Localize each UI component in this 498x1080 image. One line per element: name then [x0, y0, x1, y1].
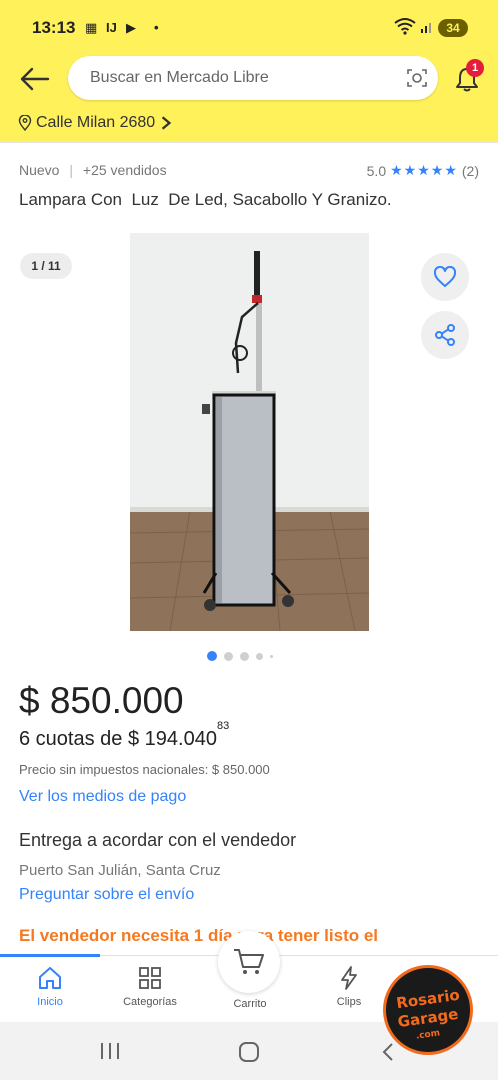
installments: 6 cuotas de $ 194.04083	[19, 720, 229, 751]
camera-search-icon[interactable]	[406, 67, 428, 89]
nav-item-clips[interactable]: Clips	[309, 964, 389, 1008]
product-price: $ 850.000	[19, 680, 184, 721]
seller-notice: El vendedor necesita 1 día para tener li…	[19, 926, 379, 945]
pagination-dot-active[interactable]	[207, 651, 217, 661]
nav-item-cart[interactable]: Carrito	[210, 998, 290, 1010]
back-arrow-icon[interactable]	[18, 64, 52, 94]
chevron-right-icon	[162, 116, 172, 130]
product-meta: Nuevo | +25 vendidos	[19, 162, 167, 178]
meta-separator: |	[69, 162, 73, 178]
rosario-garage-logo: Rosario Garage .com	[383, 965, 473, 1055]
battery-indicator: 34	[438, 19, 468, 37]
recent-apps-icon[interactable]	[99, 1042, 121, 1060]
signal-icon	[421, 23, 431, 33]
tax-note: Precio sin impuestos nacionales: $ 850.0…	[19, 762, 270, 777]
notification-app-icon: IJ	[106, 20, 117, 35]
product-photo-illustration	[130, 233, 369, 631]
sold-count: +25 vendidos	[82, 162, 167, 178]
grid-icon	[139, 967, 161, 989]
condition-label: Nuevo	[19, 162, 60, 178]
rating-value: 5.0	[366, 162, 387, 179]
location-pin-icon	[18, 115, 32, 131]
address-label: Calle Milan 2680	[36, 114, 156, 131]
search-bar[interactable]	[68, 56, 438, 100]
address-selector[interactable]: Calle Milan 2680	[18, 114, 173, 132]
share-icon	[435, 324, 455, 346]
more-notifications-icon: •	[154, 20, 159, 35]
shipping-question-link[interactable]: Preguntar sobre el envío	[19, 886, 194, 904]
pagination-dot[interactable]	[256, 652, 263, 660]
star-rating-icon: ★★★★★	[390, 162, 458, 178]
pagination-dot[interactable]	[224, 651, 233, 661]
cart-icon	[234, 949, 264, 974]
product-image[interactable]	[130, 233, 369, 631]
pagination-dot[interactable]	[240, 651, 249, 661]
installments-cents: 83	[216, 720, 230, 733]
share-button[interactable]	[421, 311, 469, 359]
nav-item-categories[interactable]: Categorías	[110, 964, 190, 1008]
lightning-icon	[341, 966, 357, 990]
search-input[interactable]	[90, 56, 390, 100]
active-tab-indicator	[0, 954, 100, 957]
wifi-icon	[394, 18, 416, 35]
nav-label: Inicio	[37, 996, 63, 1008]
seller-location: Puerto San Julián, Santa Cruz	[19, 862, 221, 879]
product-title: Lampara Con Luz De Led, Sacabollo Y Gran…	[19, 190, 392, 209]
home-button-icon[interactable]	[238, 1041, 260, 1063]
installments-text: 6 cuotas de $ 194.040	[19, 728, 217, 750]
youtube-icon: ▶	[126, 20, 136, 35]
pagination-dot[interactable]	[270, 654, 273, 658]
favorite-button[interactable]	[421, 253, 469, 301]
delivery-info: Entrega a acordar con el vendedor	[19, 830, 297, 850]
cart-button[interactable]	[218, 931, 280, 993]
header-divider	[0, 142, 498, 143]
home-icon	[39, 967, 61, 989]
product-rating[interactable]: 5.0 ★★★★★ (2)	[367, 162, 479, 179]
heart-icon	[433, 266, 457, 287]
notification-badge: 1	[466, 59, 484, 77]
rating-count: (2)	[461, 162, 479, 179]
status-time: 13:13	[32, 18, 76, 37]
nav-label: Carrito	[233, 998, 267, 1010]
app-header: 1 Calle Milan 2680	[0, 56, 498, 142]
status-bar: 13:13 ▦ IJ ▶ • 34	[0, 0, 498, 56]
nav-item-home[interactable]: Inicio	[10, 964, 90, 1008]
calendar-icon: ▦	[85, 20, 98, 35]
payment-methods-link[interactable]: Ver los medios de pago	[19, 788, 186, 806]
nav-label: Clips	[336, 996, 362, 1008]
image-counter: 1 / 11	[20, 253, 72, 279]
gallery-pagination	[207, 651, 273, 661]
nav-label: Categorías	[123, 996, 177, 1008]
